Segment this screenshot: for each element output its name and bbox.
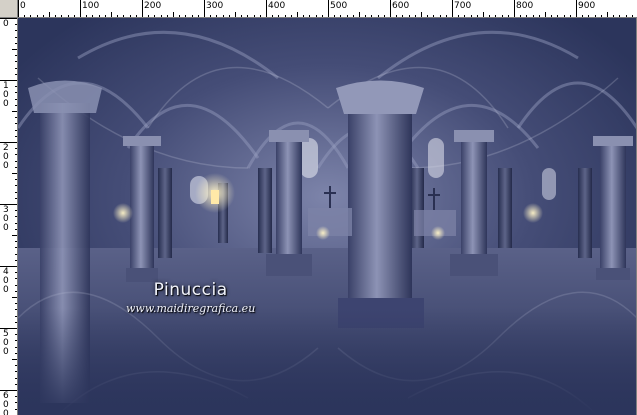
ruler-h-label: 500: [330, 1, 348, 11]
ruler-v-label: 0: [3, 19, 9, 29]
ruler-h-label: 600: [392, 1, 410, 11]
ruler-h-label: 100: [82, 1, 100, 11]
ruler-h-label: 400: [268, 1, 286, 11]
ruler-v-label: 100: [3, 81, 9, 109]
crypt-illustration: [18, 18, 637, 415]
ruler-h-label: 800: [516, 1, 534, 11]
ruler-h-label: 200: [144, 1, 162, 11]
ruler-v-label: 600: [3, 391, 9, 415]
ruler-h-label: 700: [454, 1, 472, 11]
ruler-h-label: 0: [20, 1, 26, 11]
watermark-name: Pinuccia: [153, 280, 228, 300]
ruler-h-label: 900: [578, 1, 596, 11]
ruler-v-label: 500: [3, 329, 9, 357]
vertical-ruler: 0 100 200 300 400 500 600: [0, 18, 18, 415]
graphics-editor-canvas-window: 0 100 200 300 400 500 600 700 800 900 0 …: [0, 0, 637, 415]
horizontal-ruler-ticks: [18, 0, 633, 17]
ruler-v-label: 200: [3, 143, 9, 171]
image-canvas[interactable]: Pinuccia www.maidiregrafica.eu: [18, 18, 637, 415]
ruler-v-label: 300: [3, 205, 9, 233]
bottom-fade: [18, 308, 637, 415]
watermark-signature: Pinuccia www.maidiregrafica.eu: [126, 280, 255, 316]
horizontal-ruler: 0 100 200 300 400 500 600 700 800 900: [18, 0, 637, 18]
ruler-v-label: 400: [3, 267, 9, 295]
watermark-url: www.maidiregrafica.eu: [126, 302, 256, 315]
ruler-h-label: 300: [206, 1, 224, 11]
ruler-corner: [0, 0, 18, 18]
